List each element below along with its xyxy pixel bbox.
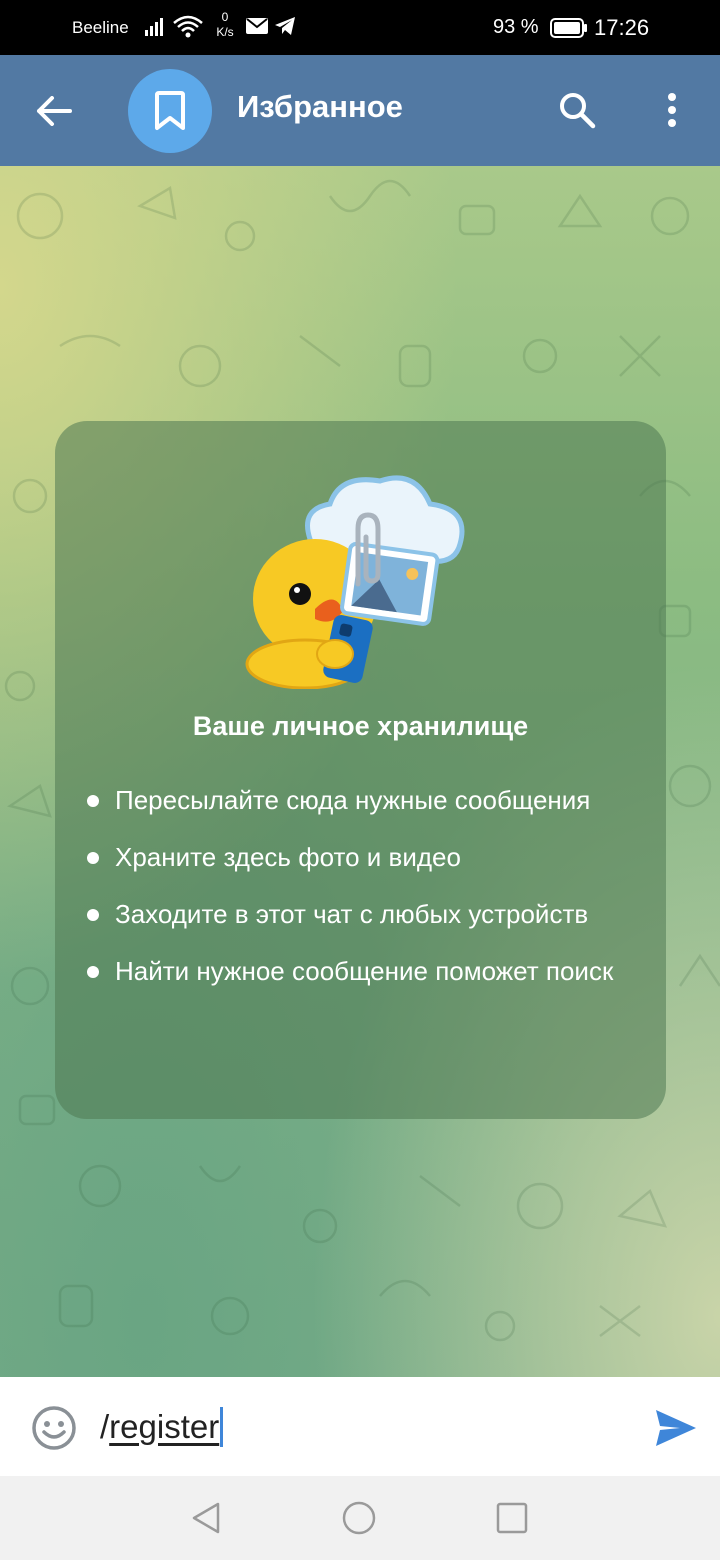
send-icon [656, 1410, 696, 1446]
emoji-button[interactable] [29, 1403, 79, 1453]
bullet-icon [87, 966, 99, 978]
command-slash: / [100, 1408, 110, 1445]
back-button[interactable] [28, 85, 80, 137]
chat-title[interactable]: Избранное [237, 89, 403, 125]
speed-unit: K/s [216, 25, 234, 39]
bullet-icon [87, 909, 99, 921]
list-item: Заходите в этот чат с любых устройств [85, 897, 645, 932]
text-caret [220, 1407, 224, 1447]
list-item: Храните здесь фото и видео [85, 840, 645, 875]
signal-icon [145, 16, 169, 41]
nav-recent-apps-icon[interactable] [494, 1500, 530, 1536]
saved-messages-info-card: Ваше личное хранилище Пересылайте сюда н… [55, 421, 666, 1119]
telegram-icon [274, 16, 296, 41]
message-input[interactable]: / register [100, 1407, 224, 1447]
network-speed: 0 K/s [212, 10, 238, 40]
card-title: Ваше личное хранилище [192, 711, 529, 741]
send-button[interactable] [650, 1405, 702, 1451]
saved-messages-avatar[interactable] [128, 69, 212, 153]
clock: 17:26 [594, 15, 650, 40]
list-item-text: Найти нужное сообщение поможет поиск [115, 956, 614, 986]
chat-header: Избранное [0, 55, 720, 166]
duck-cloud-sticker [245, 475, 465, 689]
list-item-text: Пересылайте сюда нужные сообщения [115, 785, 591, 815]
list-item: Пересылайте сюда нужные сообщения [85, 783, 645, 818]
nav-home-icon[interactable] [341, 1500, 377, 1536]
system-nav-bar [0, 1476, 720, 1560]
more-options-button[interactable] [650, 83, 694, 137]
wifi-icon [172, 14, 204, 43]
more-vertical-icon [668, 93, 676, 127]
emoji-icon [32, 1406, 76, 1450]
search-icon [560, 93, 596, 129]
bullet-icon [87, 795, 99, 807]
battery-percent: 93 % [493, 16, 539, 38]
speed-value: 0 [221, 10, 229, 24]
bullet-icon [87, 852, 99, 864]
carrier-name: Beeline [72, 18, 129, 37]
status-bar: Beeline 0 K/s 93 % 17:26 [0, 0, 720, 55]
list-item-text: Храните здесь фото и видео [115, 842, 461, 872]
bookmark-icon [155, 91, 185, 130]
search-button[interactable] [550, 83, 604, 137]
back-arrow-icon [37, 96, 72, 126]
battery-icon [550, 18, 588, 43]
chat-background: Ваше личное хранилище Пересылайте сюда н… [0, 166, 720, 1377]
message-composer: / register [0, 1377, 720, 1476]
list-item-text: Заходите в этот чат с любых устройств [115, 899, 589, 929]
command-text: register [109, 1408, 220, 1445]
mail-icon [246, 18, 268, 39]
list-item: Найти нужное сообщение поможет поиск [85, 954, 645, 989]
feature-list: Пересылайте сюда нужные сообщения Хранит… [85, 783, 645, 1011]
nav-back-icon[interactable] [188, 1500, 224, 1536]
